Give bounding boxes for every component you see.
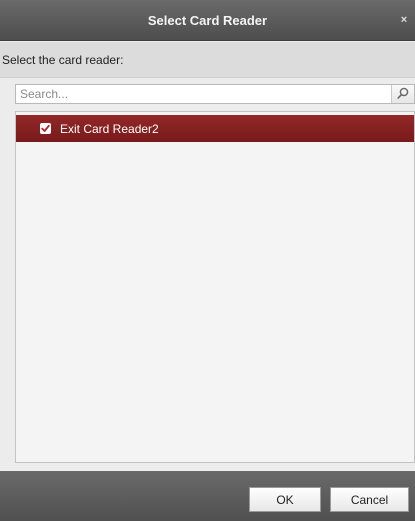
select-card-reader-dialog: Select Card Reader × Select the card rea…	[0, 0, 415, 521]
search-icon	[397, 87, 409, 102]
search-box	[15, 84, 415, 104]
ok-button[interactable]: OK	[249, 487, 321, 512]
prompt-row: Select the card reader:	[0, 42, 415, 78]
card-reader-list: Exit Card Reader2	[15, 111, 415, 463]
list-item-exit-card-reader2[interactable]: Exit Card Reader2	[16, 115, 414, 142]
dialog-footer: OK Cancel	[0, 471, 415, 521]
close-icon[interactable]: ×	[397, 0, 411, 41]
reader-label: Exit Card Reader2	[60, 121, 159, 136]
checkmark-icon	[41, 124, 50, 132]
cancel-button[interactable]: Cancel	[330, 487, 409, 512]
prompt-label: Select the card reader:	[2, 53, 124, 67]
dialog-title-bar: Select Card Reader ×	[0, 0, 415, 41]
search-input[interactable]	[16, 85, 392, 103]
dialog-title: Select Card Reader	[147, 13, 268, 28]
search-button[interactable]	[391, 85, 414, 103]
checkbox-checked[interactable]	[40, 123, 51, 134]
